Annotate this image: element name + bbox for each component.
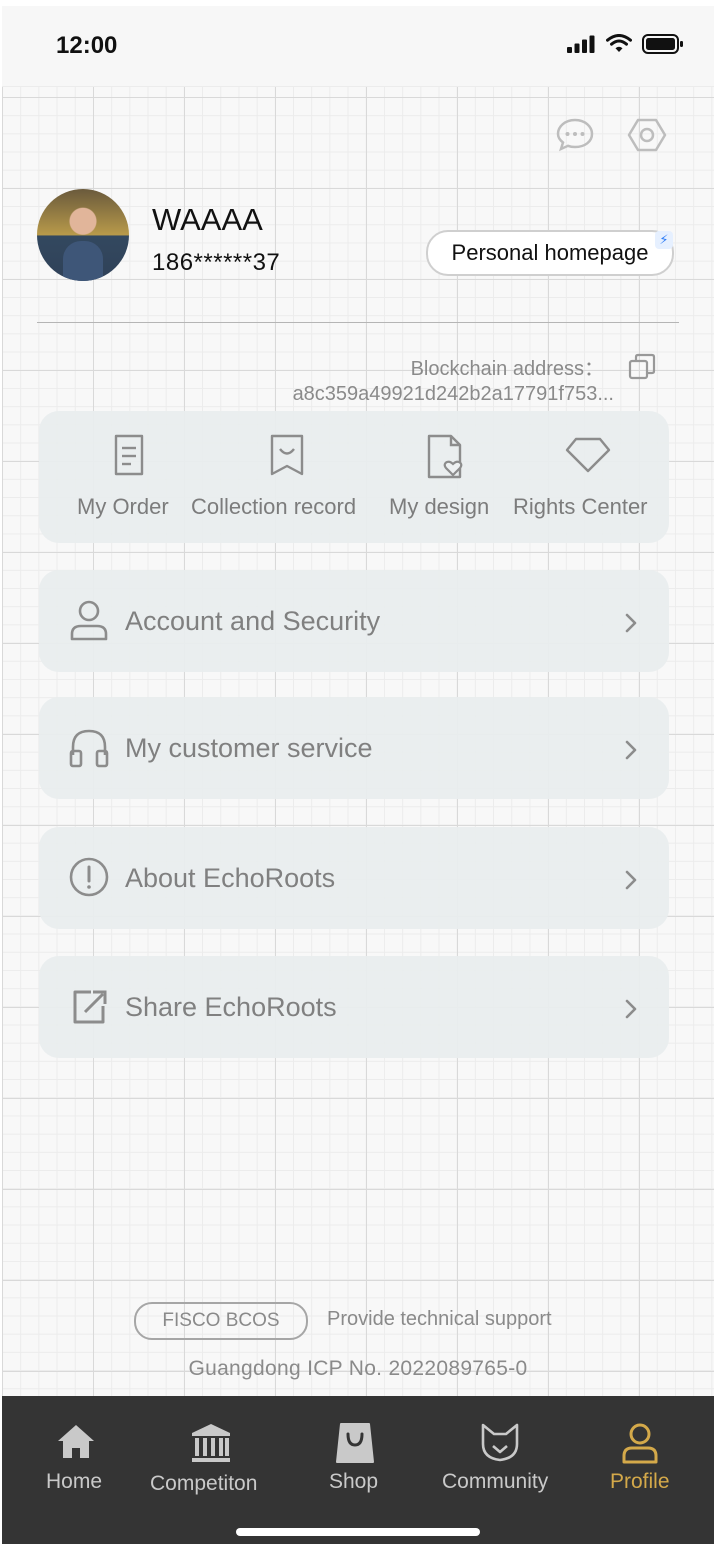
menu-item-label: Account and Security	[125, 606, 381, 636]
quick-actions-card: My Order Collection record My design Rig…	[39, 411, 669, 543]
profile-divider	[37, 322, 679, 323]
personal-homepage-label: Personal homepage	[451, 240, 649, 265]
tab-label: Competiton	[150, 1472, 258, 1495]
quick-action-rights-center[interactable]: Rights Center	[513, 411, 665, 543]
bottom-tab-bar: Home Competiton Shop Community Profile	[2, 1396, 714, 1544]
quick-action-label: Rights Center	[513, 494, 648, 519]
headset-icon	[69, 729, 109, 768]
wifi-icon	[606, 34, 632, 52]
status-bar: 12:00	[2, 6, 714, 87]
fisco-bcos-badge: FISCO BCOS	[134, 1302, 308, 1340]
quick-action-my-design[interactable]: My design	[389, 411, 505, 543]
chevron-right-icon	[625, 740, 637, 760]
message-icon[interactable]	[554, 114, 596, 156]
blockchain-address: a8c359a49921d242b2a17791f753...	[292, 383, 614, 405]
tab-label: Profile	[610, 1470, 670, 1493]
tab-label: Community	[442, 1470, 549, 1493]
menu-item-label: About EchoRoots	[125, 863, 336, 893]
lightning-icon: ⚡	[655, 231, 673, 249]
battery-icon	[642, 34, 683, 54]
chevron-right-icon	[625, 613, 637, 633]
user-icon	[70, 600, 108, 641]
app-screen: 12:00 WAAAA 186******37 Personal homepag…	[2, 6, 714, 1544]
menu-item-label: My customer service	[125, 733, 373, 763]
diamond-icon	[565, 437, 611, 473]
shopping-bag-icon	[336, 1423, 374, 1463]
quick-action-label: My Order	[77, 494, 169, 519]
icp-number: Guangdong ICP No. 2022089765-0	[188, 1357, 528, 1380]
info-exclamation-icon	[69, 857, 109, 897]
home-indicator	[236, 1528, 480, 1536]
chevron-right-icon	[625, 999, 637, 1019]
profile-icon	[622, 1423, 658, 1464]
copy-icon[interactable]	[627, 352, 657, 382]
quick-action-label: My design	[389, 494, 490, 519]
bookmark-icon	[270, 434, 304, 476]
menu-item-share[interactable]: Share EchoRoots	[39, 956, 669, 1058]
status-icons	[566, 34, 684, 54]
menu-item-customer-service[interactable]: My customer service	[39, 697, 669, 799]
menu-item-about[interactable]: About EchoRoots	[39, 827, 669, 929]
share-external-icon	[73, 990, 107, 1024]
tab-label: Shop	[329, 1470, 379, 1493]
chevron-right-icon	[625, 870, 637, 890]
order-document-icon	[114, 434, 144, 476]
quick-action-collection-record[interactable]: Collection record	[191, 411, 381, 543]
blockchain-address-label: Blockchain address：	[410, 358, 604, 380]
museum-icon	[192, 1424, 230, 1462]
cat-icon	[481, 1423, 519, 1462]
design-file-heart-icon	[427, 434, 463, 479]
header-actions	[554, 114, 668, 156]
status-time: 12:00	[56, 32, 118, 59]
tab-label: Home	[46, 1470, 103, 1493]
menu-item-account-security[interactable]: Account and Security	[39, 570, 669, 672]
personal-homepage-button[interactable]: Personal homepage ⚡	[426, 230, 674, 276]
quick-action-my-order[interactable]: My Order	[77, 411, 181, 543]
settings-icon[interactable]	[626, 114, 668, 156]
avatar[interactable]	[37, 189, 129, 281]
menu-item-label: Share EchoRoots	[125, 992, 337, 1022]
home-icon	[58, 1425, 94, 1458]
username: WAAAA	[152, 202, 263, 237]
cellular-signal-icon	[567, 35, 595, 53]
phone-number: 186******37	[152, 249, 281, 276]
technical-support-text: Provide technical support	[327, 1308, 552, 1330]
quick-action-label: Collection record	[191, 494, 357, 519]
